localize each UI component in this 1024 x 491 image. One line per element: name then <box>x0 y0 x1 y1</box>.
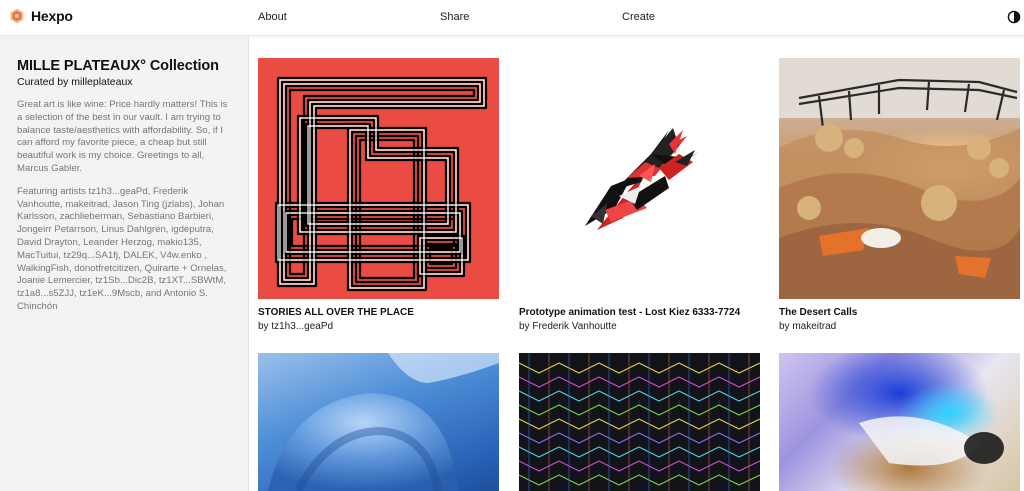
artwork-lines-image <box>519 353 760 491</box>
collection-sidebar: MILLE PLATEAUX° Collection Curated by mi… <box>0 37 249 491</box>
artwork-card[interactable]: Prototype animation test - Lost Kiez 633… <box>519 58 760 338</box>
half-circle-theme-icon[interactable] <box>1007 10 1021 24</box>
artwork-artist[interactable]: by Frederik Vanhoutte <box>519 321 617 332</box>
artwork-image[interactable] <box>779 353 1020 491</box>
artwork-card[interactable] <box>779 353 1020 491</box>
artwork-prototype-image <box>585 128 699 230</box>
featured-artists: Featuring artists tz1h3...geaPd, Frederi… <box>17 185 227 312</box>
nav-create[interactable]: Create <box>622 11 655 23</box>
top-nav-bar: Hexpo About Share Create <box>0 0 1024 36</box>
artwork-card[interactable]: The Desert Calls by makeitrad <box>779 58 1020 338</box>
collection-title: MILLE PLATEAUX° Collection <box>17 58 219 74</box>
artwork-artist[interactable]: by makeitrad <box>779 321 836 332</box>
artwork-card[interactable] <box>519 353 760 491</box>
artwork-blue-image <box>268 353 499 491</box>
artwork-card[interactable]: STORIES ALL OVER THE PLACE by tz1h3...ge… <box>258 58 499 338</box>
artwork-stories-image <box>274 76 488 292</box>
artwork-image[interactable] <box>519 58 760 299</box>
artwork-card[interactable] <box>258 353 499 491</box>
artwork-image[interactable] <box>258 353 499 491</box>
artwork-title[interactable]: Prototype animation test - Lost Kiez 633… <box>519 307 740 318</box>
artwork-image[interactable] <box>519 353 760 491</box>
artwork-artist[interactable]: by tz1h3...geaPd <box>258 321 333 332</box>
artwork-gradient-image <box>809 353 1004 491</box>
nav-share[interactable]: Share <box>440 11 469 23</box>
collection-description: Great art is like wine: Price hardly mat… <box>17 99 228 174</box>
artwork-title[interactable]: STORIES ALL OVER THE PLACE <box>258 307 414 318</box>
artwork-image[interactable] <box>258 58 499 299</box>
collection-curator: Curated by milleplateaux <box>17 76 133 88</box>
artwork-title[interactable]: The Desert Calls <box>779 307 857 318</box>
nav-about[interactable]: About <box>258 11 287 23</box>
brand-name: Hexpo <box>31 8 73 24</box>
artwork-image[interactable] <box>779 58 1020 299</box>
brand-logo-link[interactable]: Hexpo <box>9 8 73 24</box>
artwork-desert-image <box>779 58 1020 299</box>
hexagon-logo-icon <box>10 8 24 24</box>
